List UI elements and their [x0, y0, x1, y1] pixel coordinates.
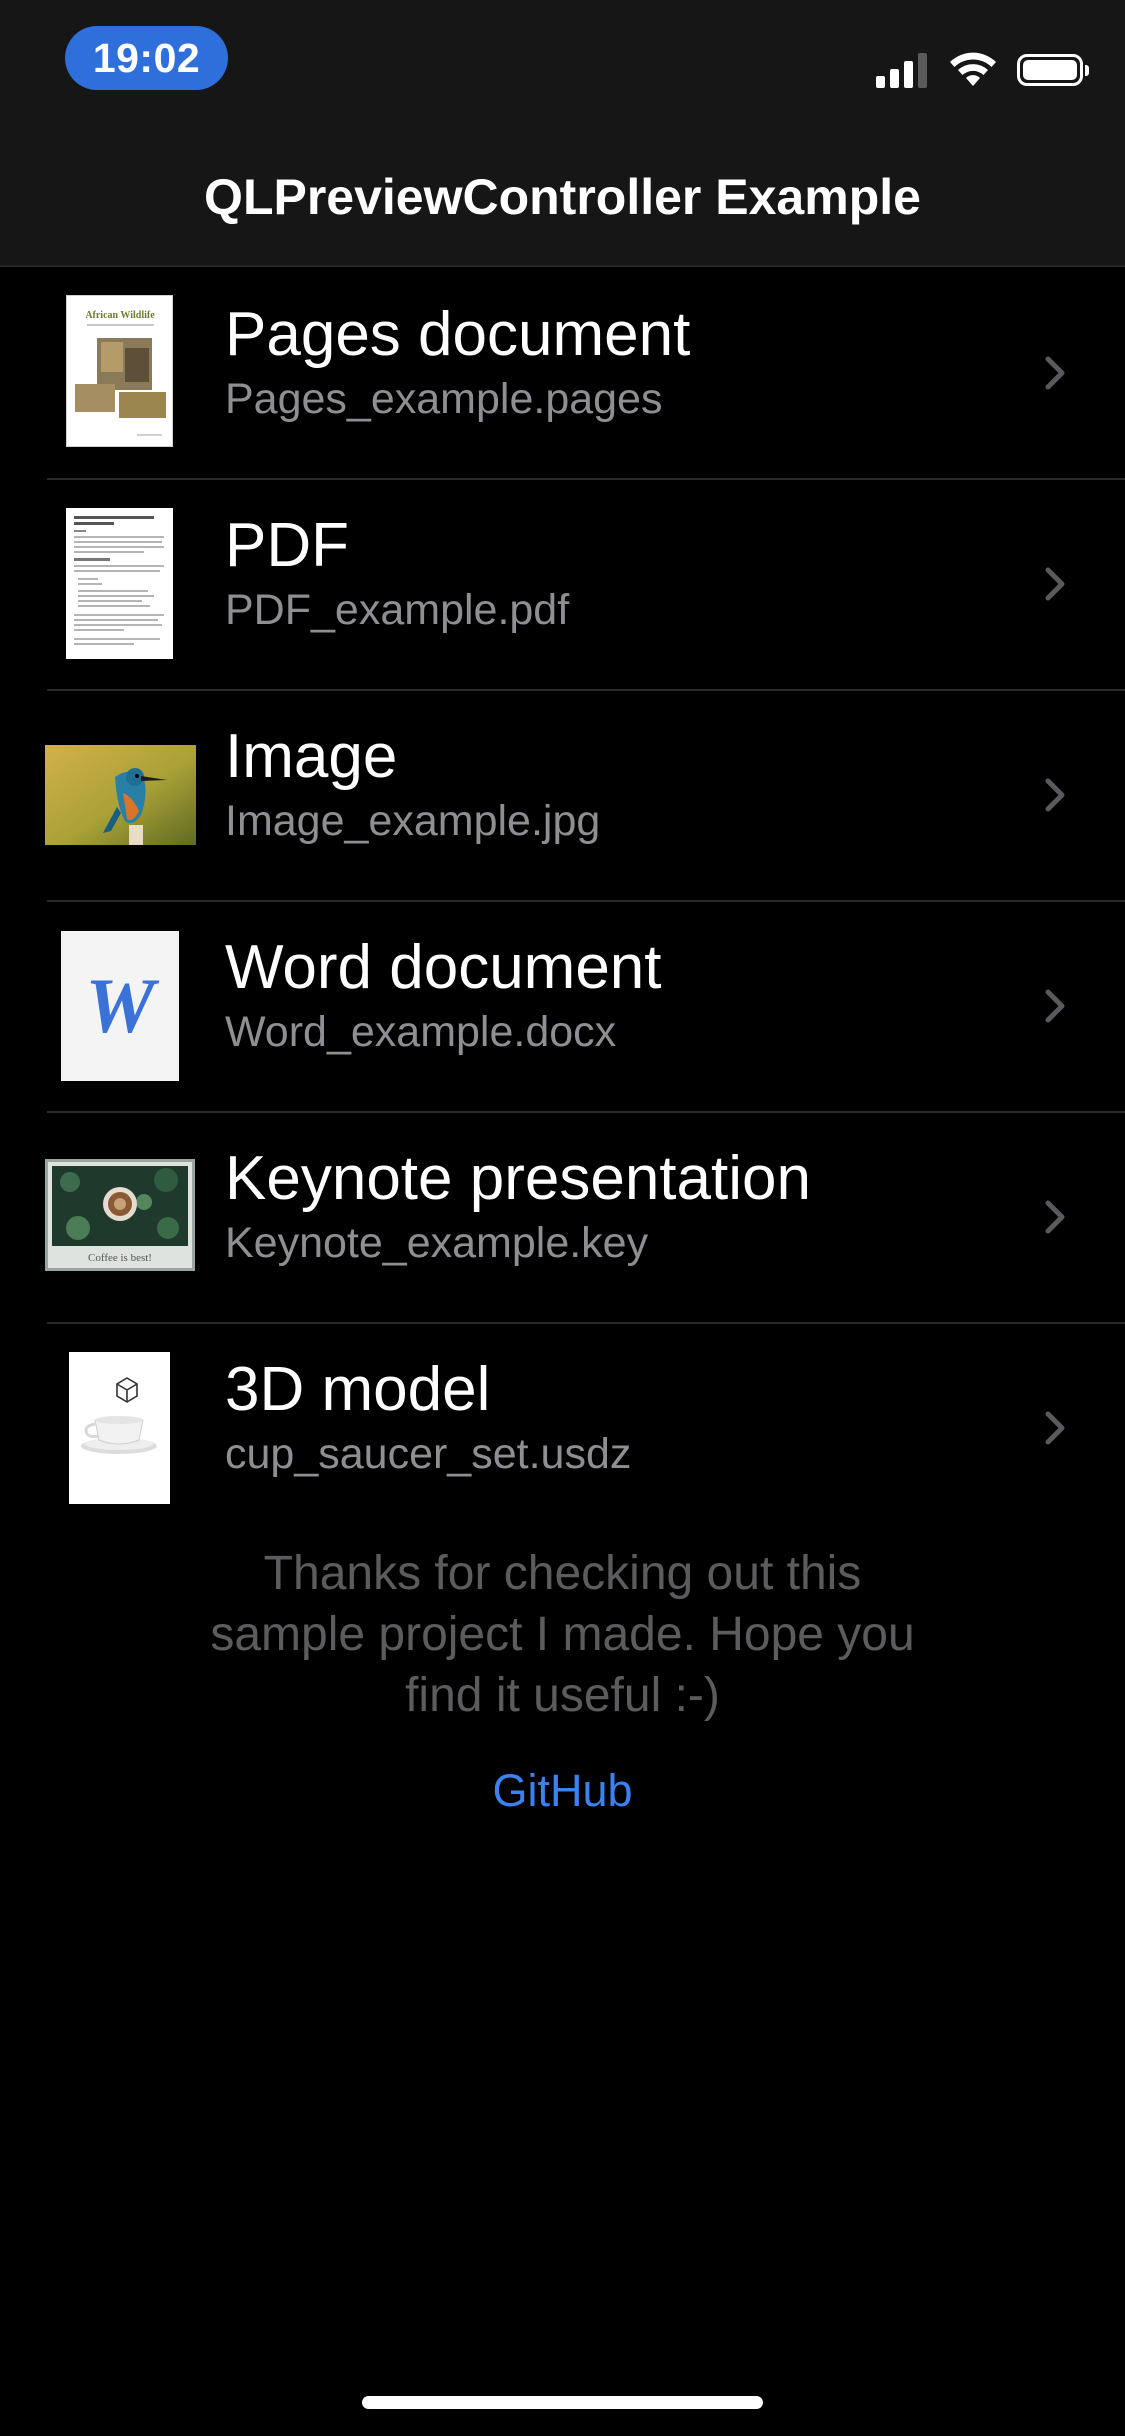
- word-document-thumbnail: W: [61, 931, 179, 1081]
- keynote-thumb-caption: Coffee is best!: [88, 1252, 152, 1264]
- chevron-right-icon: [1045, 778, 1065, 812]
- pdf-document-thumbnail: [66, 508, 173, 659]
- item-title: Pages document: [225, 300, 691, 369]
- item-title: Word document: [225, 933, 662, 1002]
- cup-saucer-3d-thumbnail: [69, 1352, 170, 1504]
- chevron-right-icon: [1045, 356, 1065, 390]
- navigation-bar: 19:02 QLPreviewController Example: [0, 0, 1125, 267]
- item-title: Image: [225, 722, 398, 791]
- status-time: 19:02: [65, 26, 228, 90]
- keynote-slide-thumbnail: Coffee is best!: [45, 1159, 195, 1271]
- item-filename: Word_example.docx: [225, 1008, 617, 1056]
- chevron-right-icon: [1045, 989, 1065, 1023]
- list-item-word-document[interactable]: W Word document Word_example.docx: [0, 900, 1125, 1111]
- list-item-keynote-presentation[interactable]: Coffee is best! Keynote presentation Key…: [0, 1111, 1125, 1322]
- pages-document-thumbnail: African Wildlife: [66, 295, 173, 447]
- item-title: Keynote presentation: [225, 1144, 811, 1213]
- cellular-signal-icon: [876, 52, 927, 88]
- list-item-pages-document[interactable]: African Wildlife Pages document Pages_ex…: [0, 267, 1125, 478]
- kingfisher-photo-thumbnail: [45, 745, 196, 845]
- wifi-icon: [950, 52, 996, 86]
- item-filename: Image_example.jpg: [225, 797, 601, 845]
- home-indicator[interactable]: [362, 2396, 763, 2409]
- item-title: 3D model: [225, 1355, 491, 1424]
- word-logo-letter: W: [85, 962, 155, 1049]
- chevron-right-icon: [1045, 1200, 1065, 1234]
- status-icons: [876, 48, 1089, 92]
- list-item-3d-model[interactable]: 3D model cup_saucer_set.usdz: [0, 1322, 1125, 1533]
- page-title: QLPreviewController Example: [204, 169, 921, 225]
- item-title: PDF: [225, 511, 349, 580]
- github-link[interactable]: GitHub: [0, 1765, 1125, 1817]
- item-filename: cup_saucer_set.usdz: [225, 1430, 632, 1478]
- chevron-right-icon: [1045, 567, 1065, 601]
- footer-message: Thanks for checking out this sample proj…: [210, 1547, 915, 1722]
- item-filename: Pages_example.pages: [225, 375, 663, 423]
- item-filename: Keynote_example.key: [225, 1219, 649, 1267]
- chevron-right-icon: [1045, 1411, 1065, 1445]
- item-filename: PDF_example.pdf: [225, 586, 570, 634]
- battery-icon: [1017, 54, 1089, 86]
- list-item-pdf[interactable]: PDF PDF_example.pdf: [0, 478, 1125, 689]
- document-list: African Wildlife Pages document Pages_ex…: [0, 267, 1125, 1533]
- list-item-image[interactable]: Image Image_example.jpg: [0, 689, 1125, 900]
- pages-thumb-title: African Wildlife: [85, 310, 155, 321]
